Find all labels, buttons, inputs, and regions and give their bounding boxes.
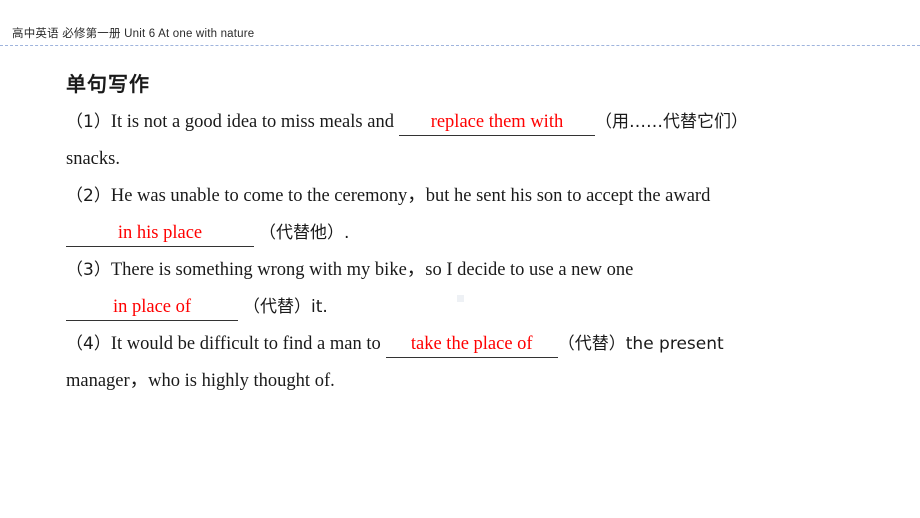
exercise-item-2-line-2: in his place （代替他）. [66,215,866,252]
item-3-blank[interactable]: in place of [66,294,238,321]
item-2-blank[interactable]: in his place [66,220,254,247]
item-2-hint: （代替他）. [259,223,350,243]
item-3-number: （3） [66,260,111,280]
item-1-stem-after: snacks. [66,149,120,169]
item-4-hint: （代替）the present [557,334,724,354]
item-3-hint: （代替）it. [243,297,328,317]
exercise-item-4-line-1: （4）It would be difficult to find a man t… [66,326,866,363]
item-1-number: （1） [66,112,111,132]
item-4-number: （4） [66,334,111,354]
exercise-item-3-line-1: （3）There is something wrong with my bike… [66,252,866,289]
item-4-stem-before: It would be difficult to find a man to [110,334,381,354]
item-2-stem: He was unable to come to the ceremony，bu… [110,186,711,206]
item-3-stem: There is something wrong with my bike，so… [110,260,634,280]
page-title: 单句写作 [66,72,150,96]
exercise-item-1-line-1: （1）It is not a good idea to miss meals a… [66,104,866,141]
scan-artifact [457,295,464,302]
exercise-item-1-line-2: snacks. [66,141,866,178]
page-header: 高中英语 必修第一册 Unit 6 At one with nature [0,0,920,46]
exercise-item-4-line-2: manager，who is highly thought of. [66,363,866,400]
header-title: 高中英语 必修第一册 Unit 6 At one with nature [12,28,255,40]
item-1-blank[interactable]: replace them with [398,109,595,136]
exercise-item-3: （3）There is something wrong with my bike… [66,252,866,326]
item-4-blank[interactable]: take the place of [385,331,558,358]
item-3-answer: in place of [112,297,192,317]
slide-content: 单句写作 （1）It is not a good idea to miss me… [0,46,920,518]
item-2-number: （2） [66,186,111,206]
item-2-answer: in his place [117,223,203,243]
exercise-item-2: （2）He was unable to come to the ceremony… [66,178,866,252]
item-1-answer: replace them with [430,112,564,132]
exercise-item-2-line-1: （2）He was unable to come to the ceremony… [66,178,866,215]
item-4-stem-after: manager，who is highly thought of. [66,371,335,391]
exercise-item-4: （4）It would be difficult to find a man t… [66,326,866,400]
item-1-hint: （用……代替它们） [594,112,748,132]
item-1-stem-before: It is not a good idea to miss meals and [110,112,394,132]
item-4-answer: take the place of [410,334,533,354]
exercise-item-1: （1）It is not a good idea to miss meals a… [66,104,866,178]
exercise-item-3-line-2: in place of （代替）it. [66,289,866,326]
